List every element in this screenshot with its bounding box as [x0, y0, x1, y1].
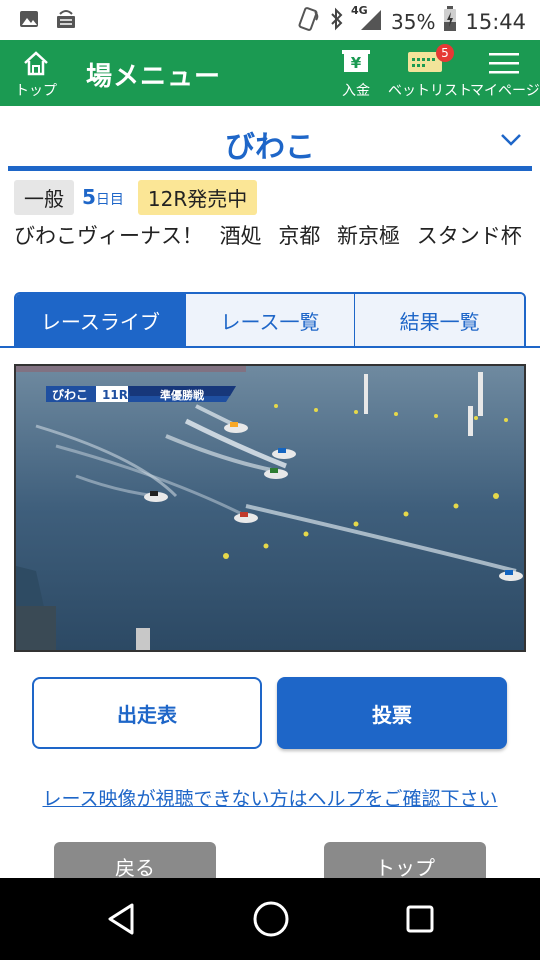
vote-button[interactable]: 投票 — [277, 677, 507, 749]
nav-home-icon[interactable] — [252, 900, 290, 942]
clock: 15:44 — [465, 9, 526, 34]
sale-status-badge: 12R発売中 — [137, 179, 258, 215]
header-title: 場メニュー — [86, 62, 222, 92]
grade-badge: 一般 — [14, 179, 74, 215]
day-number: 5 — [82, 185, 96, 209]
venue-name: びわこ — [225, 130, 315, 165]
tab-baseline — [0, 346, 540, 348]
deposit-icon: ¥ — [341, 48, 371, 76]
betlist-badge: 5 — [436, 44, 454, 62]
mypage-button[interactable]: マイページ — [470, 50, 540, 100]
tab-results-list[interactable]: 結果一覧 — [354, 294, 524, 346]
chevron-down-icon[interactable] — [500, 132, 522, 151]
tab-race-live[interactable]: レースライブ — [16, 294, 185, 346]
race-tabs: レースライブ レース一覧 結果一覧 — [14, 292, 526, 348]
system-nav-bar — [0, 878, 540, 960]
cast-notification-icon — [54, 8, 78, 36]
video-overlay-stage: 準優勝戦 — [160, 388, 205, 402]
image-notification-icon — [18, 8, 40, 36]
betlist-label: ベットリスト — [388, 83, 472, 99]
home-icon — [24, 51, 48, 76]
mypage-label: マイページ — [470, 83, 540, 99]
nav-back-icon[interactable] — [106, 902, 136, 940]
menu-icon — [489, 53, 519, 74]
video-overlay-race: 11R — [102, 388, 128, 402]
help-link[interactable]: レース映像が視聴できない方はヘルプをご確認下さい — [0, 784, 540, 811]
battery-percent: 35% — [391, 9, 436, 34]
tab-race-list[interactable]: レース一覧 — [184, 294, 355, 346]
race-info: 一般 5日目 12R発売中 — [14, 179, 258, 215]
entry-table-button[interactable]: 出走表 — [32, 677, 262, 749]
home-label: トップ — [15, 83, 57, 99]
day-suffix: 日目 — [95, 192, 124, 208]
video-overlay-venue: びわこ — [52, 387, 88, 402]
day-indicator: 5日目 — [82, 185, 124, 209]
app-header: トップ 場メニュー ¥ 入金 5 ベットリスト マイページ — [0, 40, 540, 106]
signal-icon: 4G — [351, 4, 383, 37]
network-type: 4G — [351, 4, 368, 17]
bluetooth-icon — [329, 7, 345, 36]
nfc-icon — [295, 6, 321, 37]
venue-selector[interactable]: びわこ — [0, 106, 540, 168]
race-video-frame: びわこ 11R 準優勝戦 — [16, 366, 524, 650]
deposit-label: 入金 — [342, 83, 370, 99]
race-title: びわこヴィーナス！ 酒処 京都 新京極 スタンド杯 — [14, 224, 522, 248]
nav-recents-icon[interactable] — [405, 902, 435, 940]
deposit-button[interactable]: ¥ 入金 — [334, 48, 378, 100]
betlist-button[interactable]: 5 ベットリスト — [388, 44, 472, 100]
race-video-player[interactable]: びわこ 11R 準優勝戦 — [14, 364, 526, 652]
back-button[interactable]: 戻る — [54, 842, 216, 882]
venue-underline — [8, 166, 532, 171]
top-button[interactable]: トップ — [324, 842, 486, 882]
battery-charging-icon — [443, 6, 457, 37]
home-button[interactable]: トップ — [14, 50, 58, 100]
status-bar: 4G 35% 15:44 — [0, 0, 540, 40]
